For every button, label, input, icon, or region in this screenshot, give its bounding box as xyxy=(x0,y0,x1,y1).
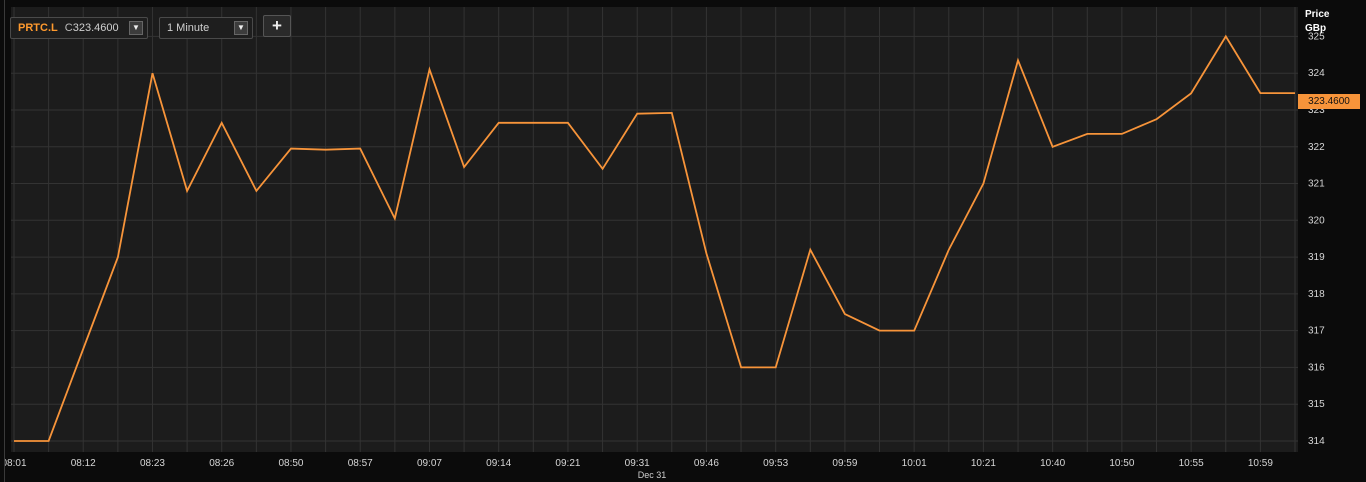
price-point xyxy=(1155,118,1157,120)
price-chart[interactable]: 31431531631731831932032132232332432508:0… xyxy=(5,0,1366,482)
price-point xyxy=(1051,146,1053,148)
last-price-badge: 323.4600 xyxy=(1298,94,1360,109)
price-point xyxy=(1017,59,1019,61)
instrument-close-value: 323.4600 xyxy=(72,22,119,34)
plus-icon: + xyxy=(272,16,282,35)
x-tick-label: 08:50 xyxy=(278,458,303,469)
price-point xyxy=(82,348,84,350)
price-point xyxy=(428,68,430,70)
price-point xyxy=(878,329,880,331)
price-point xyxy=(844,313,846,315)
interval-dropdown[interactable]: 1 Minute ▼ xyxy=(159,17,253,39)
price-point xyxy=(498,122,500,124)
price-point xyxy=(117,256,119,258)
price-point xyxy=(1086,133,1088,135)
price-point xyxy=(636,112,638,114)
y-axis-title-price: Price xyxy=(1305,9,1330,20)
y-tick-label: 319 xyxy=(1308,252,1325,263)
price-point xyxy=(359,147,361,149)
caret-down-icon: ▼ xyxy=(129,21,143,35)
y-tick-label: 316 xyxy=(1308,362,1325,373)
close-prefix: C xyxy=(64,22,73,34)
y-axis-title-unit: GBp xyxy=(1305,23,1327,34)
price-point xyxy=(809,249,811,251)
price-point xyxy=(151,72,153,74)
y-tick-label: 321 xyxy=(1308,179,1325,190)
x-tick-label: 09:21 xyxy=(555,458,580,469)
price-point xyxy=(948,249,950,251)
x-tick-label: 10:40 xyxy=(1040,458,1065,469)
x-tick-label: 10:59 xyxy=(1248,458,1273,469)
x-tick-label: 10:55 xyxy=(1179,458,1204,469)
add-series-button[interactable]: + xyxy=(263,15,291,37)
x-tick-label: 08:26 xyxy=(209,458,234,469)
price-point xyxy=(705,252,707,254)
y-axis-title: Price GBp xyxy=(1305,8,1329,36)
y-tick-label: 317 xyxy=(1308,326,1325,337)
x-tick-label: 10:01 xyxy=(902,458,927,469)
price-point xyxy=(463,166,465,168)
interval-label: 1 Minute xyxy=(167,22,210,34)
caret-down-icon: ▼ xyxy=(234,21,248,35)
price-point xyxy=(221,122,223,124)
x-tick-label: 09:59 xyxy=(832,458,857,469)
price-point xyxy=(1190,92,1192,94)
instrument-ric: PRTC.L xyxy=(18,22,58,34)
price-point xyxy=(1225,35,1227,37)
price-point xyxy=(324,148,326,150)
x-tick-label: 09:53 xyxy=(763,458,788,469)
chart-frame: 31431531631731831932032132232332432508:0… xyxy=(4,0,1366,482)
price-point xyxy=(982,182,984,184)
y-tick-label: 324 xyxy=(1308,68,1325,79)
price-point xyxy=(532,122,534,124)
price-point xyxy=(913,329,915,331)
price-point xyxy=(1294,92,1296,94)
x-tick-label: 08:12 xyxy=(71,458,96,469)
instrument-dropdown[interactable]: PRTC.L C323.4600 ▼ xyxy=(10,17,148,39)
x-tick-label: 08:23 xyxy=(140,458,165,469)
x-tick-label: 10:50 xyxy=(1109,458,1134,469)
x-tick-label: 08:57 xyxy=(348,458,373,469)
x-tick-label: 09:14 xyxy=(486,458,511,469)
x-tick-label: 09:07 xyxy=(417,458,442,469)
x-tick-label: 10:21 xyxy=(971,458,996,469)
price-point xyxy=(601,168,603,170)
price-point xyxy=(671,112,673,114)
x-axis-date-label: Dec 31 xyxy=(637,470,667,480)
price-point xyxy=(13,440,15,442)
price-point xyxy=(394,217,396,219)
y-tick-label: 314 xyxy=(1308,436,1325,447)
plot-area xyxy=(11,7,1298,452)
price-point xyxy=(255,190,257,192)
price-point xyxy=(290,147,292,149)
price-point xyxy=(567,122,569,124)
y-tick-label: 322 xyxy=(1308,142,1325,153)
price-point xyxy=(47,440,49,442)
x-tick-label: 09:31 xyxy=(625,458,650,469)
y-tick-label: 315 xyxy=(1308,399,1325,410)
y-tick-label: 318 xyxy=(1308,289,1325,300)
price-point xyxy=(1259,92,1261,94)
price-point xyxy=(1121,133,1123,135)
price-point xyxy=(186,190,188,192)
price-point xyxy=(740,366,742,368)
x-tick-label: 08:01 xyxy=(5,458,27,469)
y-tick-label: 320 xyxy=(1308,215,1325,226)
price-point xyxy=(774,366,776,368)
x-tick-label: 09:46 xyxy=(694,458,719,469)
